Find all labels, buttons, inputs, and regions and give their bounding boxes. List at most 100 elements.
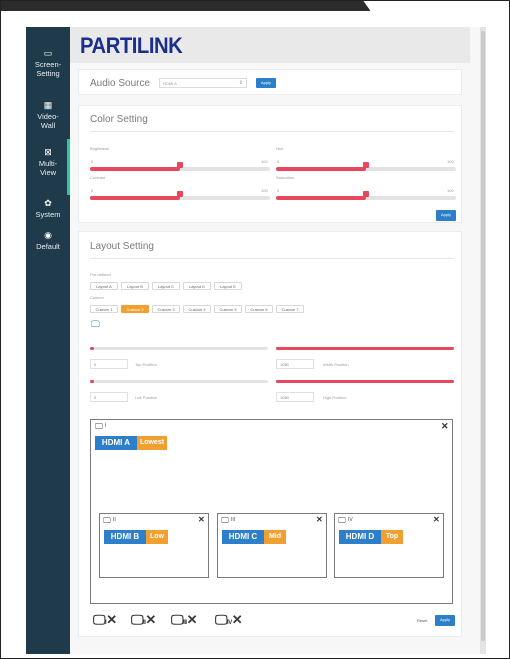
window-2-source-tag[interactable]: HDMI B [104,530,146,544]
contrast-knob[interactable] [177,191,183,197]
window-3-panel[interactable]: 🖵 III ✕ HDMI C Mid [217,513,327,578]
top-position-input[interactable]: 0 [90,359,128,369]
contrast-slider[interactable] [90,191,270,200]
close-icon: ✕ [231,612,243,627]
contrast-max: 100 [261,188,268,193]
left-position-slider[interactable] [90,380,268,383]
left-position-input[interactable]: 0 [90,392,128,402]
window-1-toggle[interactable]: 🖵I✕ [93,612,117,628]
window-4-toggle[interactable]: 🖵IV✕ [215,612,243,628]
saturation-fill [276,196,366,200]
width-position-fill [276,347,454,350]
close-icon[interactable]: ✕ [198,515,205,524]
left-position-label: Left Position [135,395,158,400]
width-position-input[interactable]: 1080 [276,359,314,369]
sidebar-item-default[interactable]: ◉ Default [26,230,70,252]
hue-slider[interactable] [276,162,456,171]
sidebar: ▭ Screen- Setting ▦ Video- Wall ⊠ Multi-… [26,27,70,654]
window-3-source-tag[interactable]: HDMI C [222,530,264,544]
width-position-label: Width Position [323,362,349,367]
brightness-fill [90,167,180,171]
partilink-logo: PARTILINK [80,33,183,58]
top-bar [1,1,361,11]
window-1-id: I [105,423,107,429]
saturation-max: 100 [447,188,454,193]
predefined-label: Pre-defined [90,272,111,277]
window-2-layer-tag[interactable]: Low [146,530,168,544]
brightness-min: 0 [91,159,94,164]
high-position-input[interactable]: 1080 [276,392,314,402]
color-apply-button[interactable]: Apply [436,210,456,221]
brightness-slider[interactable] [90,162,270,171]
top-position-label: Top Position [135,362,157,367]
monitor-icon: 🖵 [215,612,228,627]
monitor-icon: 🖵 [221,516,229,525]
layout-d-button[interactable]: Layout D [183,282,211,290]
sidebar-item-label: Multi- [38,159,58,168]
monitor-icon: 🖵 [338,516,346,525]
window-1-panel[interactable]: 🖵 I ✕ HDMI A Lowest 🖵 II ✕ HDMI B Low 🖵 [90,419,453,604]
scrollbar-thumb[interactable] [481,31,485,641]
gear-icon: ✿ [44,198,52,208]
high-position-slider[interactable] [276,380,454,383]
sidebar-item-multi-view[interactable]: ⊠ Multi- View [26,148,70,178]
brightness-label: Brightness [90,146,109,151]
sidebar-item-system[interactable]: ✿ System [26,198,70,220]
window-1-layer-tag[interactable]: Lowest [137,436,167,450]
sidebar-item-label: Setting [36,69,60,78]
window-3-layer-tag[interactable]: Mid [264,530,286,544]
sidebar-item-screen-setting[interactable]: ▭ Screen- Setting [26,48,70,79]
window-2-toggle[interactable]: 🖵II✕ [131,612,156,628]
window-4-panel[interactable]: 🖵 IV ✕ HDMI D Top [334,513,444,578]
scrollbar[interactable] [480,27,486,654]
close-icon[interactable]: ✕ [316,515,323,524]
layout-c-button[interactable]: Layout C [152,282,180,290]
chevron-down-icon: ⇕ [238,80,243,86]
top-position-fill [90,347,94,350]
custom-1-button[interactable]: Custom 1 [90,305,118,313]
custom-7-button[interactable]: Custom 7 [276,305,304,313]
color-setting-card: Color Setting Brightness 0 100 Hue 0 100 [78,105,462,223]
sidebar-item-label: Screen- [34,60,62,69]
header: PARTILINK [70,27,470,63]
custom-3-button[interactable]: Custom 3 [152,305,180,313]
brightness-knob[interactable] [177,162,183,168]
sidebar-item-video-wall[interactable]: ▦ Video- Wall [26,101,70,131]
custom-2-button[interactable]: Custom 2 [121,305,149,313]
layout-apply-button[interactable]: Apply [435,615,455,626]
layout-setting-card: Layout Setting Pre-defined Layout A Layo… [78,231,462,637]
close-icon[interactable]: ✕ [441,421,449,432]
window-4-source-tag[interactable]: HDMI D [339,530,381,544]
window-4-layer-tag[interactable]: Top [381,530,403,544]
custom-5-button[interactable]: Custom 5 [214,305,242,313]
layout-b-button[interactable]: Layout B [121,282,149,290]
high-position-fill [276,380,454,383]
monitor-icon: ▭ [43,48,53,58]
custom-6-button[interactable]: Custom 6 [245,305,273,313]
layout-e-button[interactable]: Layout E [214,282,242,290]
close-icon: ✕ [186,612,198,627]
top-position-slider[interactable] [90,347,268,350]
audio-apply-button[interactable]: Apply [256,78,276,88]
monitor-icon: 🖵 [93,612,106,627]
audio-source-select[interactable]: HDMI A ⇕ [159,78,247,88]
custom-4-button[interactable]: Custom 4 [183,305,211,313]
audio-source-value: HDMI A [163,81,177,86]
brightness-max: 100 [261,159,268,164]
width-position-slider[interactable] [276,347,454,350]
window-1-source-tag[interactable]: HDMI A [95,436,137,450]
close-icon[interactable]: ✕ [433,515,440,524]
audio-source-label: Audio Source [90,78,151,89]
hue-knob[interactable] [363,162,369,168]
reset-icon: ◉ [44,230,52,240]
layout-a-button[interactable]: Layout A [90,282,118,290]
reset-button[interactable]: Reset [417,618,427,623]
main-content: PARTILINK Audio Source HDMI A ⇕ Apply Co… [70,27,480,654]
contrast-min: 0 [91,188,94,193]
window-2-panel[interactable]: 🖵 II ✕ HDMI B Low [99,513,209,578]
saturation-slider[interactable] [276,191,456,200]
monitor-icon[interactable]: 🖵 [91,319,100,330]
window-3-toggle[interactable]: 🖵III✕ [171,612,197,628]
saturation-knob[interactable] [363,191,369,197]
left-position-fill [90,380,94,383]
